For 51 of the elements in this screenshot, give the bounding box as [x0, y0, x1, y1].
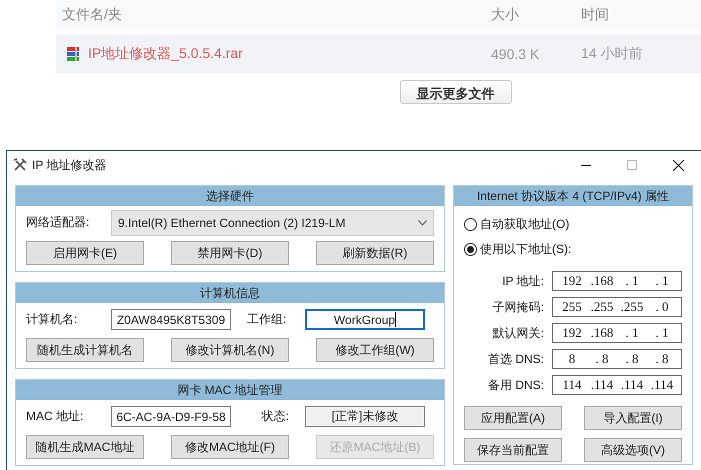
field-label: 计算机名:: [26, 311, 78, 328]
action-button[interactable]: 修改MAC地址(F): [171, 435, 289, 459]
ip-address-field[interactable]: 255 .255 .255 . 0: [552, 297, 682, 317]
action-button[interactable]: 保存当前配置: [464, 438, 562, 462]
file-size: 490.3 K: [491, 46, 540, 62]
action-button[interactable]: 随机生成计算机名: [26, 338, 144, 362]
action-button[interactable]: 修改计算机名(N): [171, 338, 289, 362]
action-button[interactable]: 启用网卡(E): [26, 241, 144, 265]
close-icon[interactable]: [672, 160, 684, 170]
radio-button[interactable]: [464, 218, 477, 231]
action-button[interactable]: 随机生成MAC地址: [26, 435, 144, 459]
window-title: IP 地址修改器: [32, 156, 108, 174]
action-button[interactable]: 高级选项(V): [584, 438, 682, 462]
action-button[interactable]: 应用配置(A): [464, 406, 562, 430]
chevron-icon: [418, 220, 427, 226]
column-header: 时间: [581, 6, 610, 24]
field-label: MAC 地址:: [26, 408, 84, 425]
section-header: 网卡 MAC 地址管理: [16, 380, 444, 400]
text-field[interactable]: WorkGroup: [305, 309, 425, 330]
ip-address-field[interactable]: 8 . 8 . 8 . 8: [552, 349, 682, 369]
panel-header: Internet 协议版本 4 (TCP/IPv4) 属性: [454, 186, 692, 206]
action-button[interactable]: 导入配置(I): [584, 406, 682, 430]
radio-label[interactable]: 使用以下地址(S):: [480, 241, 572, 258]
show-more-button[interactable]: 显示更多文件: [400, 80, 512, 104]
text-field[interactable]: 6C-AC-9A-D9-F9-58: [111, 406, 231, 427]
status-field: [正常]未修改: [305, 406, 425, 427]
adapter-dropdown[interactable]: 9.Intel(R) Ethernet Connection (2) I219-LM: [111, 210, 434, 236]
ip-address-field[interactable]: 192 .168 . 1 . 1: [552, 271, 682, 291]
text-field[interactable]: Z0AW8495K8T5309: [111, 309, 231, 330]
column-header: 大小: [491, 6, 520, 24]
field-label: 默认网关:: [492, 324, 545, 342]
action-button[interactable]: 修改工作组(W): [316, 338, 434, 362]
radio-button[interactable]: [464, 243, 477, 256]
radio-label[interactable]: 自动获取地址(O): [480, 216, 570, 233]
file-time: 14 小时前: [581, 45, 644, 63]
archive-icon: [66, 46, 80, 62]
field-label: 状态:: [260, 408, 290, 425]
section-header: 选择硬件: [16, 186, 444, 206]
ip-address-field[interactable]: 192 .168 . 1 . 1: [552, 323, 682, 343]
action-button[interactable]: 禁用网卡(D): [171, 241, 289, 265]
field-label: 首选 DNS:: [486, 350, 545, 368]
field-label: IP 地址:: [501, 272, 545, 290]
action-button[interactable]: 刷新数据(R): [316, 241, 434, 265]
field-label: 子网掩码:: [492, 298, 545, 316]
field-label: 备用 DNS:: [486, 376, 545, 394]
tools-icon: [13, 158, 27, 172]
column-header: 文件名/夹: [61, 6, 123, 24]
section-header: 计算机信息: [16, 283, 444, 303]
field-label: 工作组:: [247, 311, 288, 328]
ip-address-field[interactable]: 114 .114 .114 .114: [552, 375, 682, 395]
field-label: 网络适配器:: [26, 214, 90, 231]
